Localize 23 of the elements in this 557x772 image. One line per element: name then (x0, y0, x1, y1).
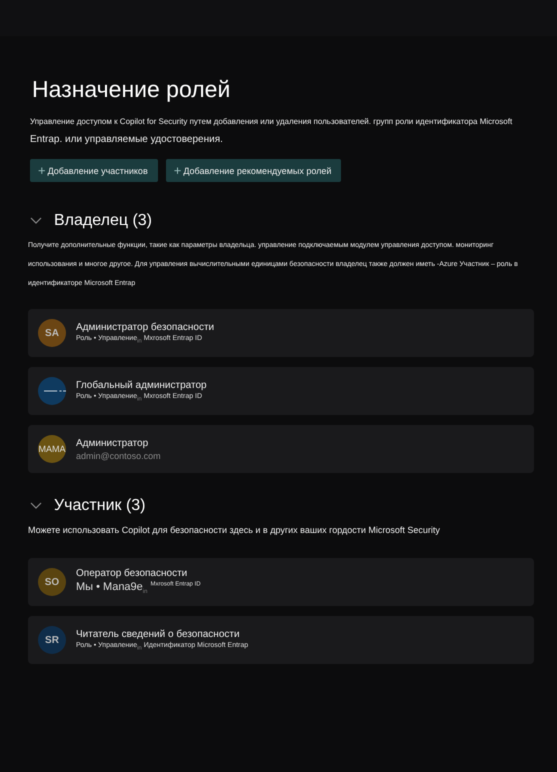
page-title: Назначение ролей (32, 76, 232, 103)
member-name: Читатель сведений о безопасности (76, 628, 241, 640)
member-card[interactable]: MAMA Администратор admin@contoso.com (28, 425, 534, 473)
section-description: Можете использовать Copilot для безопасности здесь и в других ваших гордости Microsoft Security (28, 524, 441, 537)
chevron-icon[interactable] (30, 502, 42, 510)
avatar: SO (38, 568, 66, 596)
section-title: Владелец (3) (54, 212, 152, 230)
plus-icon: + (174, 163, 182, 178)
avatar: SA (38, 319, 66, 347)
member-name: Оператор безопасности (76, 568, 188, 580)
description: Entrap. или управляемые удостоверения. (30, 134, 224, 145)
add-button[interactable]: +Добавление участников (30, 159, 158, 182)
member-subtitle: admin@contoso.com (76, 450, 161, 460)
member-name: Администратор безопасности (76, 322, 214, 333)
member-name: Глобальный администратор (76, 380, 207, 391)
description: Управление доступом к Copilot for Security путем добавления или удаления пользователей. групп роли идентификатора Microsoft (30, 117, 514, 126)
avatar: SR (38, 626, 66, 654)
add-button[interactable]: +Добавление рекомендуемых ролей (166, 159, 342, 182)
section-title: Участник (3) (54, 497, 146, 515)
member-name: Администратор (76, 438, 150, 448)
plus-icon: + (38, 163, 46, 178)
chevron-icon[interactable] (30, 217, 42, 225)
avatar: MAMA (38, 435, 66, 463)
